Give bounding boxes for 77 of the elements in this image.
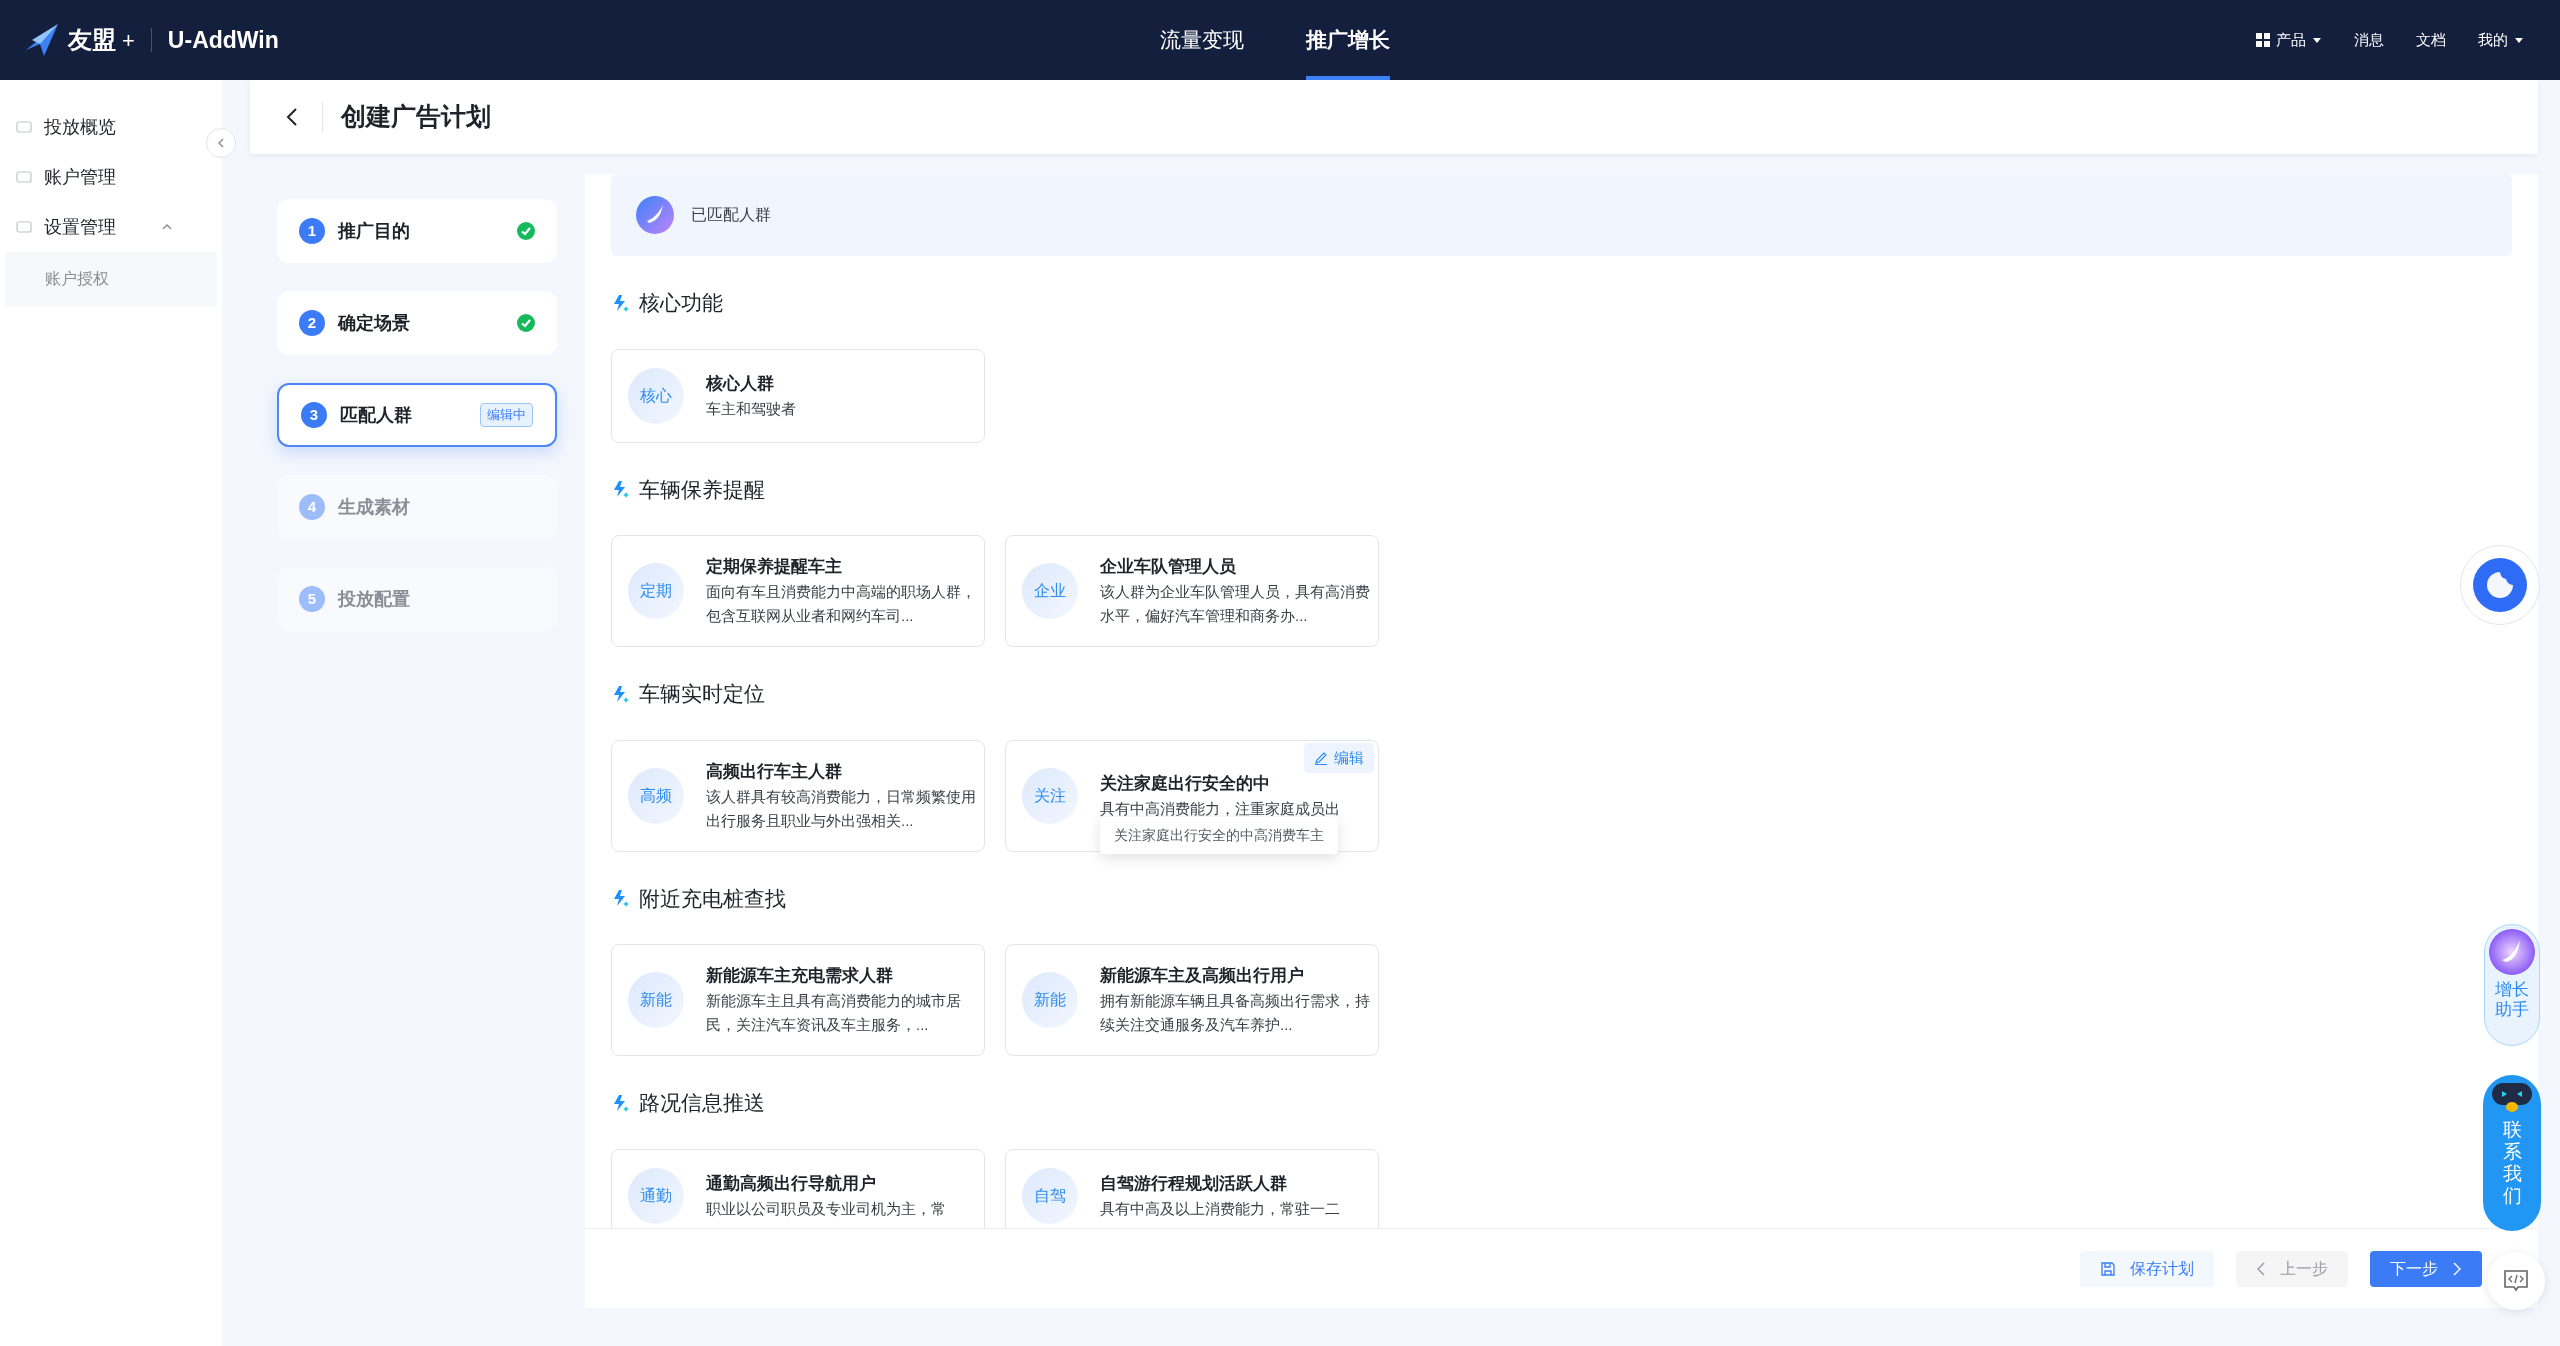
card-description: 具有中高消费能力，注重家庭成员出 — [1100, 798, 1341, 819]
section-title: 路况信息推送 — [639, 1090, 765, 1116]
nav-link[interactable]: 文档 — [2416, 28, 2446, 52]
card-description: 职业以公司职员及专业司机为主，常 — [706, 1198, 947, 1219]
caret-icon — [2312, 35, 2322, 45]
card-title: 自驾游行程规划活跃人群 — [1100, 1172, 1288, 1195]
logo-plus: + — [122, 26, 135, 55]
section-title: 车辆保养提醒 — [639, 476, 765, 503]
nav-tab[interactable]: 流量变现 — [1160, 0, 1244, 80]
next-button[interactable]: 下一步 — [2370, 1250, 2482, 1287]
assistant-orb-icon — [2488, 928, 2536, 976]
step-number: 5 — [299, 586, 325, 612]
card-description: 该人群具有较高消费能力，日常频繁使用出行服务且职业与外出强相关... — [706, 786, 976, 831]
step-number: 4 — [299, 494, 325, 520]
card-title: 新能源车主及高频出行用户 — [1100, 965, 1305, 987]
check-icon — [517, 222, 535, 240]
step-label: 生成素材 — [338, 495, 410, 519]
card-description: 拥有新能源车辆且具备高频出行需求，持续关注交通服务及汽车养护... — [1100, 991, 1370, 1035]
menu-item-icon — [16, 219, 32, 235]
sparkle-bolt-icon — [611, 888, 631, 909]
sidebar-item[interactable]: 账户管理 — [0, 152, 190, 202]
menu-item-icon — [16, 119, 32, 135]
step-label: 投放配置 — [338, 587, 410, 611]
section-title: 车辆实时定位 — [639, 681, 765, 707]
assistant-avatar-icon — [635, 195, 675, 235]
step-label: 推广目的 — [338, 219, 410, 243]
chevron-left-icon — [2256, 1261, 2266, 1276]
check-icon — [517, 314, 535, 332]
chevron-left-icon — [216, 138, 226, 148]
step-item[interactable]: 2 确定场景 — [277, 291, 557, 355]
caret-icon — [2514, 35, 2524, 45]
step-item[interactable]: 3 匹配人群 编辑中 — [277, 383, 557, 447]
card-title: 新能源车主充电需求人群 — [706, 965, 894, 987]
logo-text: 友盟 — [68, 25, 116, 55]
tooltip: 关注家庭出行安全的中高消费车主 — [1100, 816, 1338, 854]
step-number: 2 — [299, 310, 325, 336]
menu-item-icon — [16, 169, 32, 185]
menu-dropdown[interactable]: 产品 — [2256, 28, 2322, 52]
card-description: 车主和驾驶者 — [706, 398, 797, 419]
card-description: 面向有车且消费能力中高端的职场人群，包含互联网从业者和网约车司... — [706, 582, 976, 626]
sparkle-bolt-icon — [611, 479, 631, 500]
menu-dropdown[interactable]: 我的 — [2478, 28, 2524, 52]
sparkle-bolt-icon — [611, 292, 631, 313]
step-label: 确定场景 — [338, 311, 410, 335]
nav-link[interactable]: 消息 — [2354, 28, 2384, 52]
card-title: 关注家庭出行安全的中 — [1100, 772, 1271, 795]
grid-icon — [2256, 33, 2270, 47]
back-icon — [285, 107, 299, 127]
step-number: 3 — [301, 402, 327, 428]
editing-badge: 编辑中 — [480, 403, 533, 427]
card-description: 新能源车主且具有高消费能力的城市居民，关注汽车资讯及车主服务，... — [706, 991, 962, 1035]
card-title: 高频出行车主人群 — [706, 760, 843, 783]
step-label: 匹配人群 — [340, 403, 412, 427]
product-name: U-AddWin — [167, 25, 279, 55]
card-title: 定期保养提醒车主 — [706, 556, 843, 578]
matched-banner: 已匹配人群 — [611, 174, 2512, 256]
page-title: 创建广告计划 — [341, 101, 491, 133]
card-title: 通勤高频出行导航用户 — [706, 1172, 877, 1195]
save-icon — [2100, 1260, 2116, 1277]
chat-bubble-icon — [2472, 557, 2528, 613]
card-description: 该人群为企业车队管理人员，具有高消费水平，偏好汽车管理和商务办... — [1100, 582, 1370, 626]
pencil-icon — [1314, 750, 1328, 765]
card-title: 企业车队管理人员 — [1100, 556, 1237, 578]
section-title: 核心功能 — [639, 290, 723, 316]
sidebar-item[interactable]: 设置管理 — [0, 202, 190, 252]
sidebar-item[interactable]: 投放概览 — [0, 102, 190, 152]
section-title: 附近充电桩查找 — [639, 885, 786, 912]
card-title: 核心人群 — [706, 372, 775, 395]
save-button[interactable]: 保存计划 — [2080, 1250, 2214, 1287]
sparkle-bolt-icon — [611, 1092, 631, 1113]
chevron-right-icon — [2452, 1261, 2462, 1276]
card-description: 具有中高及以上消费能力，常驻一二 — [1100, 1198, 1341, 1219]
step-item[interactable]: 1 推广目的 — [277, 199, 557, 263]
code-bubble-icon — [2503, 1269, 2529, 1293]
step-number: 1 — [299, 218, 325, 244]
sparkle-bolt-icon — [611, 683, 631, 704]
robot-icon — [2490, 1081, 2534, 1115]
